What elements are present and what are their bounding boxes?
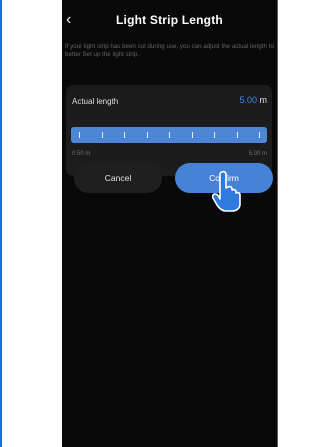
slider-tick — [146, 132, 148, 138]
slider-tick — [79, 132, 80, 138]
length-label: Actual length — [72, 97, 119, 106]
slider-min-label: 0.50 m — [72, 151, 91, 157]
page-title: Light Strip Length — [116, 13, 223, 27]
frame-border-left — [0, 0, 2, 447]
cancel-button[interactable]: Cancel — [74, 163, 162, 193]
slider-max-label: 5.00 m — [248, 151, 267, 157]
slider-tick — [236, 132, 238, 138]
slider-tick — [101, 132, 103, 138]
header-bar: ‹ Light Strip Length — [62, 8, 277, 34]
slider-tick — [169, 132, 170, 138]
length-value: 5.00 m — [239, 95, 267, 105]
hand-pointer-icon — [212, 170, 241, 212]
length-value-unit: m — [259, 95, 268, 105]
slider-tick — [214, 132, 215, 138]
length-slider[interactable] — [71, 127, 267, 143]
slider-tick — [191, 132, 193, 138]
phone-screen: ‹ Light Strip Length If your light strip… — [62, 0, 277, 447]
length-value-number: 5.00 — [239, 95, 257, 105]
slider-tick — [259, 132, 260, 138]
info-text: If your light strip has been cut during … — [65, 43, 274, 58]
slider-tick — [124, 132, 125, 138]
